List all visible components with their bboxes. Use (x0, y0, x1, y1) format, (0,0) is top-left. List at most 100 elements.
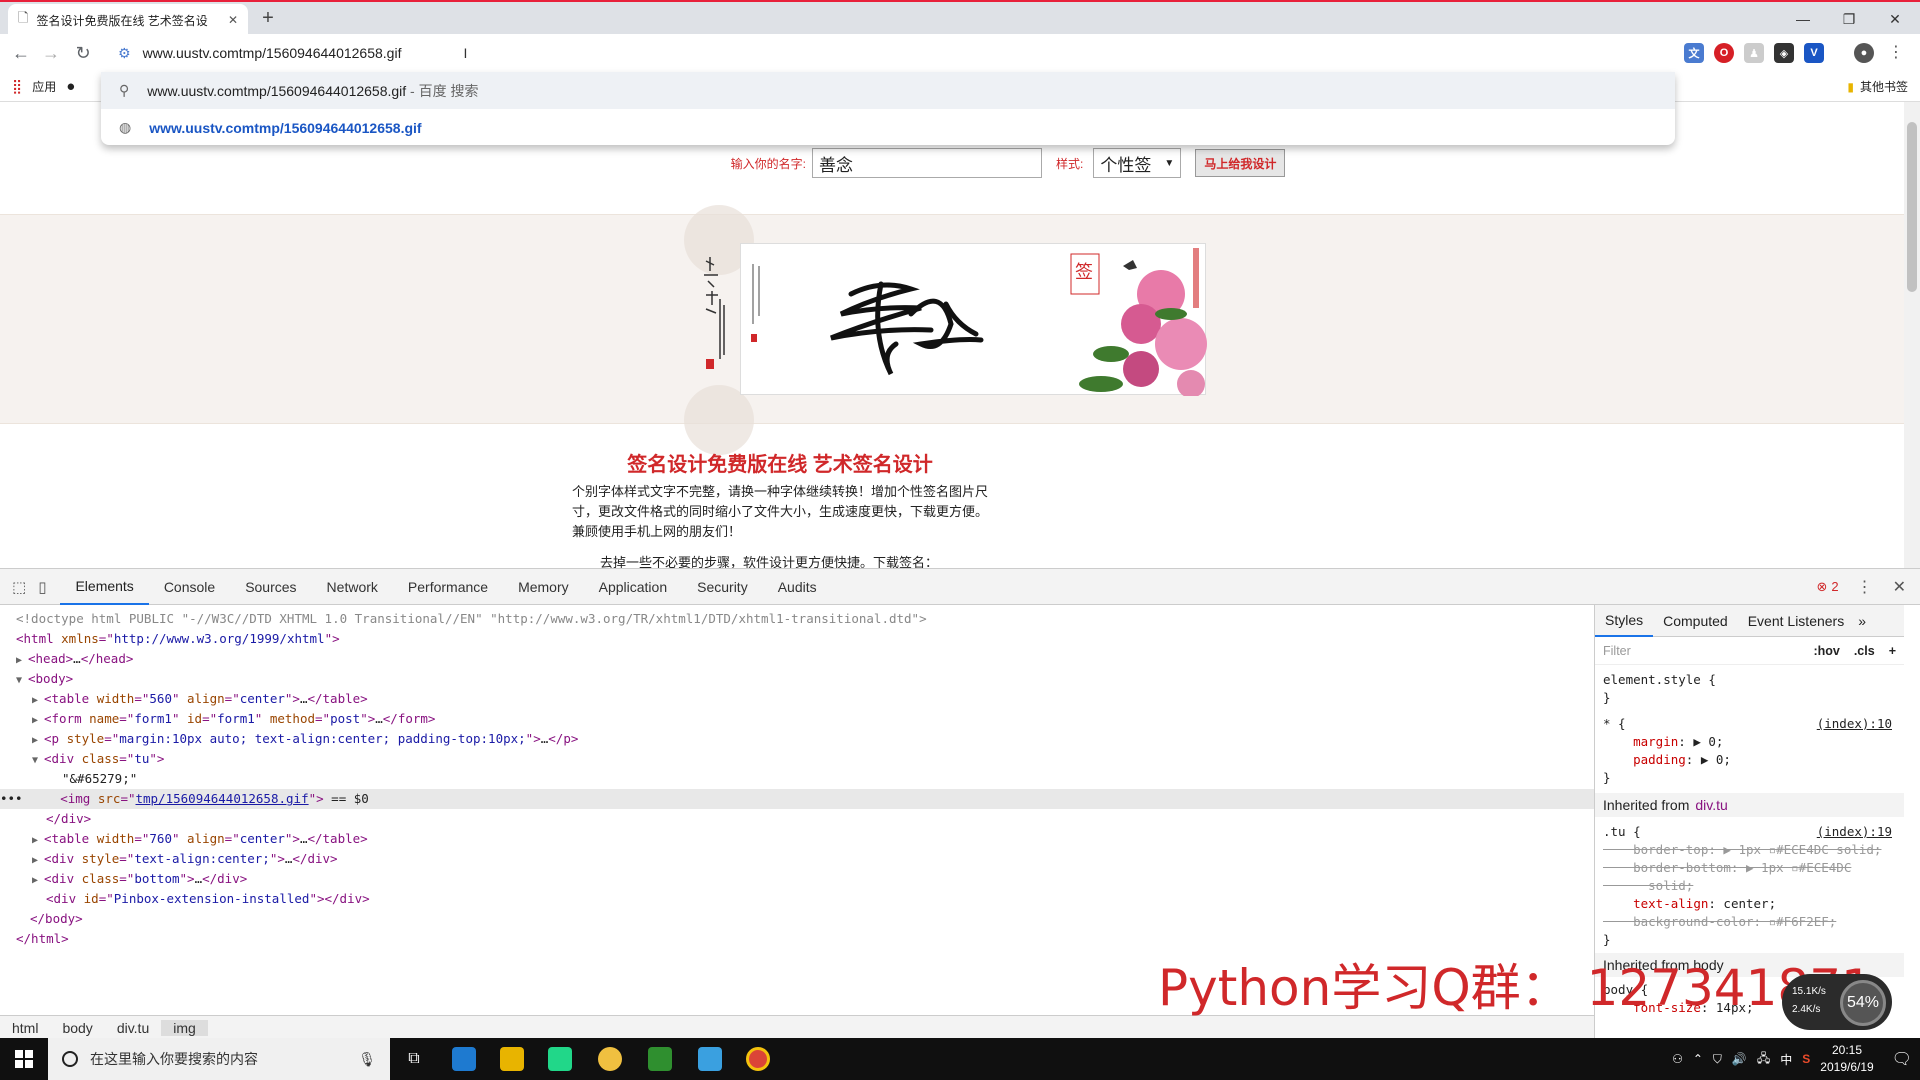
dom-line-div-tu[interactable]: ▼ <div class="tu"> (0, 749, 1594, 769)
rule-tu[interactable]: .tu {(index):19 (1595, 823, 1904, 841)
tab-elements[interactable]: Elements (60, 569, 149, 605)
rule-universal[interactable]: * {(index):10 (1595, 715, 1904, 733)
rule-element-style[interactable]: element.style { (1595, 671, 1904, 689)
show-hidden-icon[interactable]: ⌃ (1693, 1052, 1703, 1066)
dom-line-doctype[interactable]: <!doctype html PUBLIC "-//W3C//DTD XHTML… (0, 609, 1594, 629)
add-rule-icon[interactable]: + (1889, 644, 1896, 658)
apps-grid-icon[interactable]: ⣿ (12, 78, 22, 95)
menu-icon[interactable]: ⋮ (1888, 42, 1904, 62)
app-icon-2[interactable] (698, 1047, 722, 1071)
back-icon[interactable]: ← (8, 40, 34, 66)
tab-audits[interactable]: Audits (763, 569, 832, 605)
profile-icon[interactable]: ● (1854, 43, 1874, 63)
dom-line-table-560[interactable]: ▶ <table width="560" align="center">…</ta… (0, 689, 1594, 709)
dom-line-html-close[interactable]: </html> (0, 929, 1594, 949)
network-icon[interactable]: 🖧 (1757, 1049, 1770, 1070)
people-icon[interactable]: ⚇ (1672, 1052, 1683, 1066)
network-speed-widget[interactable]: 15.1K/s 2.4K/s 54% (1782, 974, 1892, 1030)
spreadsheet-icon[interactable] (648, 1047, 672, 1071)
dom-line-div-bottom[interactable]: ▶ <div class="bottom">…</div> (0, 869, 1594, 889)
dom-line-html[interactable]: <html xmlns="http://www.w3.org/1999/xhtm… (0, 629, 1594, 649)
hov-toggle[interactable]: :hov (1813, 644, 1839, 658)
file-explorer-icon[interactable] (500, 1047, 524, 1071)
rule-prop-padding[interactable]: padding: ▶ 0; (1595, 751, 1904, 769)
dom-line-head[interactable]: ▶ <head>…</head> (0, 649, 1594, 669)
windows-start-icon[interactable] (0, 1038, 48, 1080)
rule-prop-border-bottom[interactable]: border-bottom: ▶ 1px ▫#ECE4DC (1595, 859, 1904, 877)
dom-line-body-close[interactable]: </body> (0, 909, 1594, 929)
suggestion-url[interactable]: ◍ www.uustv.comtmp/156094644012658.gif (101, 109, 1675, 146)
other-bookmarks[interactable]: ▮ 其他书签 (1847, 78, 1908, 95)
edge-icon[interactable] (452, 1047, 476, 1071)
sogou-icon[interactable]: S (1802, 1052, 1810, 1066)
error-icon[interactable]: ⊗ (1816, 579, 1827, 595)
minimize-button[interactable]: — (1780, 4, 1826, 34)
close-devtools-icon[interactable]: ✕ (1893, 577, 1906, 597)
app-icon[interactable] (598, 1047, 622, 1071)
microphone-icon[interactable]: 🎙 (358, 1051, 376, 1068)
suggestion-search[interactable]: ⚲ www.uustv.comtmp/156094644012658.gif -… (101, 72, 1675, 109)
notifications-icon[interactable]: 🗨 (1892, 1049, 1912, 1069)
clock[interactable]: 20:15 2019/6/19 (1820, 1042, 1873, 1076)
apps-bookmark[interactable]: 应用 (32, 78, 56, 95)
dom-line-body[interactable]: ▼ <body> (0, 669, 1594, 689)
error-count[interactable]: 2 (1831, 579, 1838, 594)
page-scrollbar[interactable] (1904, 102, 1920, 568)
new-tab-button[interactable]: + (256, 6, 280, 30)
github-icon[interactable]: ● (66, 78, 75, 95)
crumb-body[interactable]: body (50, 1020, 104, 1036)
rule-prop-border-top[interactable]: border-top: ▶ 1px ▫#ECE4DC solid; (1595, 841, 1904, 859)
dom-line-form[interactable]: ▶ <form name="form1" id="form1" method="p… (0, 709, 1594, 729)
devtools-menu-icon[interactable]: ⋮ (1857, 577, 1873, 597)
tab-sources[interactable]: Sources (230, 569, 311, 605)
tab-application[interactable]: Application (584, 569, 683, 605)
opera-extension-icon[interactable]: O (1714, 43, 1734, 63)
style-select[interactable]: 个性签 ▼ (1093, 148, 1182, 178)
defender-icon[interactable]: ⛉ (1713, 1052, 1722, 1067)
inherited-element[interactable]: div.tu (1695, 797, 1727, 813)
task-view-icon[interactable]: ⧉ (402, 1047, 426, 1071)
close-window-button[interactable]: ✕ (1872, 4, 1918, 34)
forward-icon[interactable]: → (38, 40, 64, 66)
taskbar-search-input[interactable]: 在这里输入你要搜索的内容 (90, 1049, 258, 1069)
maximize-button[interactable]: ❐ (1826, 4, 1872, 34)
rule-prop-margin[interactable]: margin: ▶ 0; (1595, 733, 1904, 751)
device-toolbar-icon[interactable]: ▯ (34, 578, 60, 596)
scrollbar-thumb[interactable] (1907, 122, 1917, 292)
dom-line-text-node[interactable]: "&#65279;" (0, 769, 1594, 789)
name-input[interactable]: 善念 (811, 148, 1042, 178)
tab-computed[interactable]: Computed (1653, 605, 1738, 637)
crumb-html[interactable]: html (0, 1020, 50, 1036)
address-input[interactable]: www.uustv.comtmp/156094644012658.gif (143, 45, 402, 61)
inspect-element-icon[interactable]: ⬚ (0, 578, 34, 596)
dom-line-pinbox[interactable]: <div id="Pinbox-extension-installed"></d… (0, 889, 1594, 909)
cube-extension-icon[interactable]: ◈ (1774, 43, 1794, 63)
close-tab-icon[interactable]: ✕ (228, 13, 238, 27)
tab-performance[interactable]: Performance (393, 569, 503, 605)
site-info-icon[interactable]: ⚙ (118, 45, 131, 62)
pycharm-icon[interactable] (548, 1047, 572, 1071)
translate-extension-icon[interactable]: 文 (1684, 43, 1704, 63)
tab-console[interactable]: Console (149, 569, 230, 605)
dom-line-div-close[interactable]: </div> (0, 809, 1594, 829)
dom-line-img-selected[interactable]: ••• <img src="tmp/156094644012658.gif"> … (0, 789, 1594, 809)
dom-line-table-760[interactable]: ▶ <table width="760" align="center">…</ta… (0, 829, 1594, 849)
active-tab[interactable]: 🗋 签名设计免费版在线 艺术签名设 ✕ (8, 4, 248, 36)
cls-toggle[interactable]: .cls (1854, 644, 1875, 658)
crumb-div-tu[interactable]: div.tu (105, 1020, 161, 1036)
reload-icon[interactable]: ↻ (70, 40, 96, 66)
dom-line-div-center[interactable]: ▶ <div style="text-align:center;">…</div> (0, 849, 1594, 869)
extension-icon[interactable]: ♟ (1744, 43, 1764, 63)
design-button[interactable]: 马上给我设计 (1195, 149, 1286, 177)
tab-network[interactable]: Network (312, 569, 393, 605)
dom-line-p[interactable]: ▶ <p style="margin:10px auto; text-align:… (0, 729, 1594, 749)
volume-icon[interactable]: 🔊 (1732, 1052, 1747, 1066)
v-extension-icon[interactable]: V (1804, 43, 1824, 63)
rule-prop-text-align[interactable]: text-align: center; (1595, 895, 1904, 913)
ime-indicator[interactable]: 中 (1780, 1051, 1792, 1068)
address-bar[interactable]: ⚙ www.uustv.comtmp/156094644012658.gif I (100, 38, 1674, 68)
rule-prop-background[interactable]: background-color: ▫#F6F2EF; (1595, 913, 1904, 931)
tab-styles[interactable]: Styles (1595, 605, 1654, 637)
more-tabs-icon[interactable]: » (1858, 613, 1866, 629)
tab-security[interactable]: Security (682, 569, 763, 605)
